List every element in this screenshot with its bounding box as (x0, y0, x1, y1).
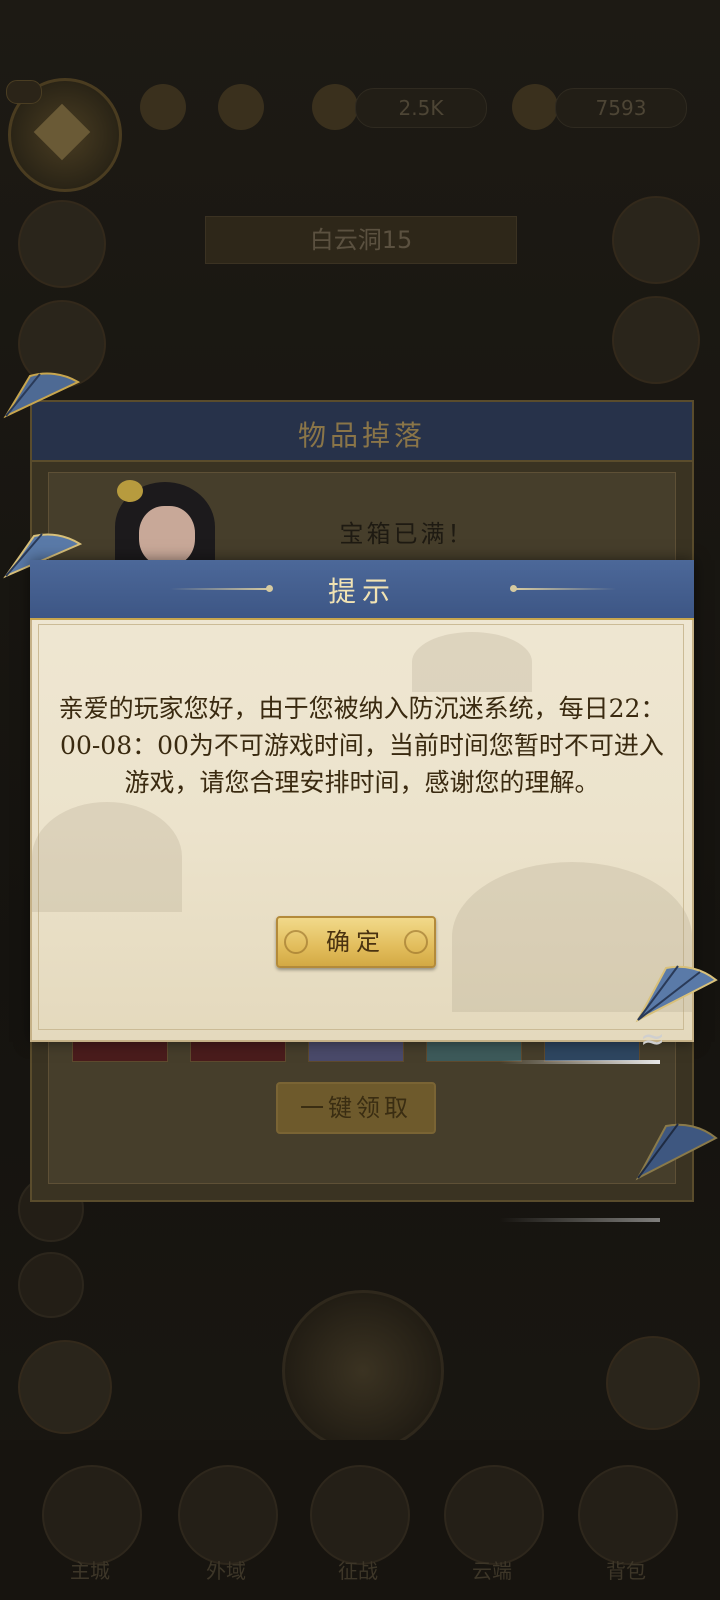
nav-main-city[interactable] (42, 1465, 142, 1565)
nav-outer-realm[interactable] (178, 1465, 278, 1565)
mountain-decoration (412, 632, 532, 692)
fan-icon (3, 372, 81, 419)
dialog-message: 亲爱的玩家您好，由于您被纳入防沉迷系统，每日22：00-08：00为不可游戏时间… (58, 694, 666, 797)
swirl-icon: ≈ (640, 1022, 666, 1057)
battle-emblem-icon[interactable] (282, 1290, 444, 1452)
level-badge (6, 80, 42, 104)
mountain-decoration (32, 802, 182, 912)
nav-label-5: 背包 (606, 1559, 646, 1583)
swirl-icon (500, 1060, 660, 1064)
side-lion-button[interactable] (612, 196, 700, 284)
nav-label-4: 云端 (472, 1559, 512, 1583)
fan-icon (635, 965, 718, 1023)
button-ornament-right (404, 930, 428, 954)
gem-amount: 7593 (555, 88, 687, 128)
button-ornament-left (284, 930, 308, 954)
character-icon[interactable] (140, 84, 186, 130)
nav-bag[interactable] (578, 1465, 678, 1565)
anti-addiction-dialog: 提示 亲爱的玩家您好，由于您被纳入防沉迷系统，每日22：00-08：00为不可游… (30, 560, 694, 1042)
chat-icon[interactable] (18, 1252, 84, 1318)
nav-cloud[interactable] (444, 1465, 544, 1565)
dialog-title: 提示 (327, 575, 396, 608)
npc-face (139, 506, 195, 566)
nav-campaign[interactable] (310, 1465, 410, 1565)
nav-label-1: 主城 (70, 1559, 110, 1583)
stage-name: 白云洞15 (205, 216, 517, 264)
hero-portrait-button[interactable] (18, 1340, 112, 1434)
coin-icon (312, 84, 358, 130)
gem-icon (512, 84, 558, 130)
fan-icon (635, 1123, 718, 1181)
side-event-button[interactable] (612, 296, 700, 384)
confirm-button[interactable]: 确定 (276, 916, 436, 968)
npc-portrait (105, 470, 225, 572)
confirm-button-label: 确定 (326, 928, 386, 956)
swirl-icon (500, 1218, 660, 1222)
side-fan-button[interactable] (18, 200, 106, 288)
nav-label-2: 外域 (206, 1559, 246, 1583)
coin-amount: 2.5K (355, 88, 487, 128)
book-icon[interactable] (606, 1336, 700, 1430)
claim-all-button[interactable]: 一键领取 (276, 1082, 436, 1134)
header-divider-right (516, 588, 616, 590)
drop-panel-title: 物品掉落 (297, 419, 426, 452)
nav-label-3: 征战 (338, 1559, 378, 1583)
mail-icon[interactable] (218, 84, 264, 130)
dialog-header: 提示 (30, 560, 694, 620)
hairpin-icon (117, 480, 143, 502)
drop-panel-header: 物品掉落 (32, 402, 692, 462)
